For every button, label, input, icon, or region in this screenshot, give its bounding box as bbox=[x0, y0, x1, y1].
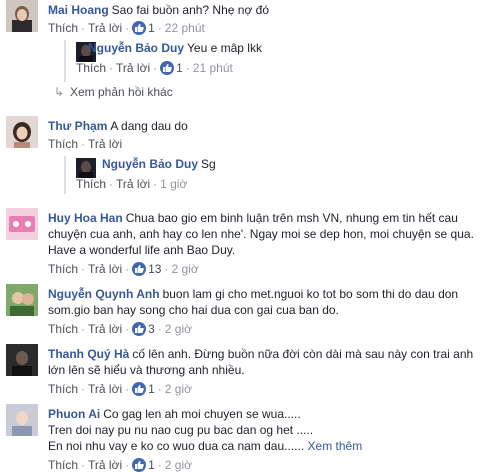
comment-message-line: Co gag len ah moi chuyen se wua..... bbox=[103, 407, 301, 421]
reply-button[interactable]: Trả lời bbox=[88, 21, 122, 35]
comment-author[interactable]: Thanh Quý Hà bbox=[48, 347, 129, 361]
thread-line bbox=[64, 40, 66, 82]
timestamp[interactable]: 21 phút bbox=[193, 61, 233, 75]
view-more-replies-link[interactable]: ↳ Xem phản hồi khác bbox=[54, 84, 173, 100]
reply-button[interactable]: Trả lời bbox=[88, 382, 122, 396]
like-button[interactable]: Thích bbox=[48, 322, 78, 336]
comment-message: Sg bbox=[201, 157, 216, 171]
reply-button[interactable]: Trả lời bbox=[116, 61, 150, 75]
comment-message-line: som.gio ban hay song cho hai dua con gai… bbox=[48, 303, 339, 317]
comment-message-line: Have a wonderful life anh Bao Duy. bbox=[48, 243, 236, 257]
reply-button[interactable]: Trả lời bbox=[116, 177, 150, 191]
reply-button[interactable]: Trả lời bbox=[88, 137, 122, 151]
like-icon bbox=[132, 458, 147, 472]
like-count[interactable]: 3 bbox=[148, 322, 155, 336]
like-count[interactable]: 1 bbox=[148, 458, 155, 472]
avatar[interactable] bbox=[6, 284, 38, 316]
timestamp[interactable]: 2 giờ bbox=[165, 322, 192, 336]
comment-actions: Thích · Trả lời · 1 · 2 giờ bbox=[48, 458, 193, 472]
comment-message-line: buon lam gi cho met.nguoi ko tot bo som … bbox=[162, 287, 459, 301]
like-count[interactable]: 1 bbox=[176, 61, 183, 75]
comment-actions: Thích · Trả lời · 1 · 21 phút bbox=[76, 61, 233, 75]
timestamp[interactable]: 2 giờ bbox=[171, 262, 198, 276]
comment-actions: Thích · Trả lời · 1 · 2 giờ bbox=[48, 382, 193, 396]
comment-author[interactable]: Huy Hoa Han bbox=[48, 211, 123, 225]
comment-text: Nguyễn Quynh Anh buon lam gi cho met.nguo… bbox=[48, 286, 482, 318]
comment-text: Nguyễn Bảo Duy Sg bbox=[76, 156, 476, 172]
comment-text: Thanh Quý Hà cố lên anh. Đừng buồn nữa đờ… bbox=[48, 346, 482, 378]
like-button[interactable]: Thích bbox=[76, 61, 106, 75]
comment-message: Yeu e mâp lkk bbox=[187, 41, 262, 55]
avatar[interactable] bbox=[6, 404, 38, 436]
comment-actions: Thích · Trả lời · 13 · 2 giờ bbox=[48, 262, 199, 276]
timestamp[interactable]: 1 giờ bbox=[160, 177, 187, 191]
reply-button[interactable]: Trả lời bbox=[88, 322, 122, 336]
like-count[interactable]: 1 bbox=[148, 382, 155, 396]
comment-author[interactable]: Mai Hoang bbox=[48, 3, 109, 17]
like-count[interactable]: 13 bbox=[148, 262, 161, 276]
like-icon bbox=[160, 61, 175, 75]
thread-line bbox=[64, 156, 66, 194]
timestamp[interactable]: 2 giờ bbox=[165, 458, 192, 472]
like-icon bbox=[132, 322, 147, 336]
comment-author[interactable]: Thư Phạm bbox=[48, 119, 107, 133]
comment-message-line: cố lên anh. Đừng buồn nữa đời còn dài mà… bbox=[132, 347, 474, 361]
like-button[interactable]: Thích bbox=[48, 137, 78, 151]
avatar[interactable] bbox=[6, 116, 38, 148]
comment-text: Huy Hoa Han Chua bao gio em binh luận trê… bbox=[48, 210, 482, 258]
comment-actions: Thích · Trả lời · 1 giờ bbox=[76, 177, 188, 191]
like-count[interactable]: 1 bbox=[148, 21, 155, 35]
comment-message-line: chuyện cua anh, anh hay co len nhe'. Nga… bbox=[48, 227, 474, 241]
comment-text: Mai Hoang Sao fai buồn anh? Nhẹ nợ đó bbox=[48, 2, 478, 18]
comment-text: Thư Phạm A dang dau do bbox=[48, 118, 478, 134]
comment-text: Phuon Ai Co gag len ah moi chuyen se wua.… bbox=[48, 406, 482, 454]
comment-message-line: Chua bao gio em binh luận trên msh VN, n… bbox=[125, 211, 458, 225]
comment-author[interactable]: Nguyễn Bảo Duy bbox=[102, 157, 198, 171]
view-more-replies-label[interactable]: Xem phản hồi khác bbox=[70, 85, 173, 99]
comment-author[interactable]: Nguyễn Bảo Duy bbox=[88, 41, 184, 55]
like-button[interactable]: Thích bbox=[76, 177, 106, 191]
comment-actions: Thích · Trả lời · 1 · 22 phút bbox=[48, 21, 205, 35]
reply-button[interactable]: Trả lời bbox=[88, 262, 122, 276]
see-more-link[interactable]: Xem thêm bbox=[308, 439, 363, 453]
timestamp[interactable]: 22 phút bbox=[165, 21, 205, 35]
avatar[interactable] bbox=[6, 208, 38, 240]
like-icon bbox=[132, 21, 147, 35]
like-icon bbox=[132, 262, 147, 276]
comment-message-line: lớn lên sẽ hiểu và thương anh nhiều. bbox=[48, 363, 245, 377]
comment-author[interactable]: Phuon Ai bbox=[48, 407, 100, 421]
timestamp[interactable]: 2 giờ bbox=[165, 382, 192, 396]
like-button[interactable]: Thích bbox=[48, 382, 78, 396]
like-button[interactable]: Thích bbox=[48, 262, 78, 276]
comment-author[interactable]: Nguyễn Quynh Anh bbox=[48, 287, 160, 301]
reply-arrow-icon: ↳ bbox=[54, 85, 65, 99]
like-icon bbox=[132, 382, 147, 396]
avatar[interactable] bbox=[6, 344, 38, 376]
comment-actions: Thích · Trả lời bbox=[48, 137, 123, 151]
like-button[interactable]: Thích bbox=[48, 458, 78, 472]
comment-actions: Thích · Trả lời · 3 · 2 giờ bbox=[48, 322, 193, 336]
comment-message-line: Tren doi nay pu nu nao cug pu bac dan og… bbox=[48, 423, 314, 437]
comment-message: A dang dau do bbox=[110, 119, 188, 133]
comment-message: Sao fai buồn anh? Nhẹ nợ đó bbox=[111, 3, 269, 17]
avatar[interactable] bbox=[6, 0, 38, 32]
comment-message-line: En noi nhu vay e ko co wuo dua ca nam da… bbox=[48, 439, 305, 453]
like-button[interactable]: Thích bbox=[48, 21, 78, 35]
reply-button[interactable]: Trả lời bbox=[88, 458, 122, 472]
comment-text: Nguyễn Bảo Duy Yeu e mâp lkk bbox=[76, 40, 476, 56]
